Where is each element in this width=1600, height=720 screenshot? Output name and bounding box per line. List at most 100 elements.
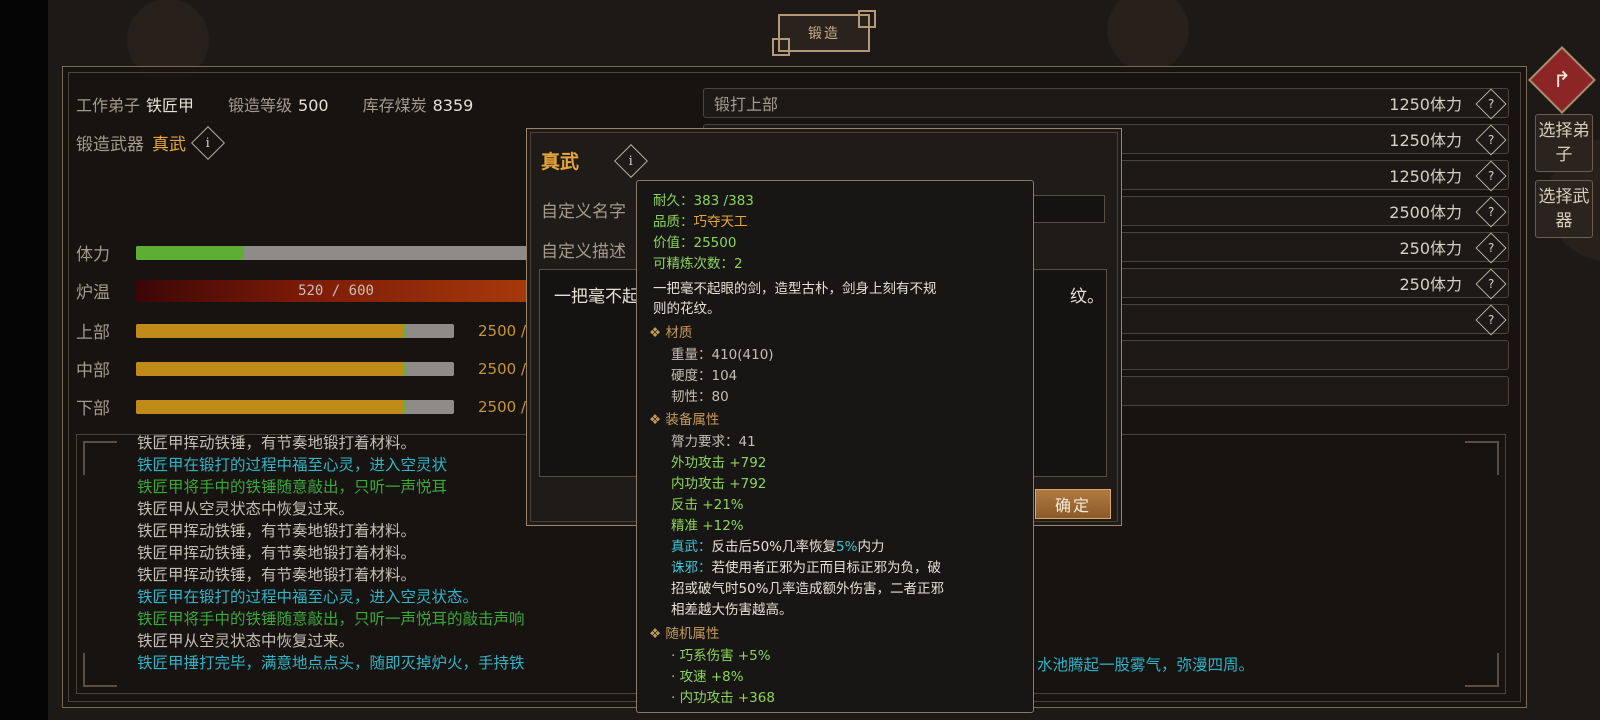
middle-bar — [136, 361, 454, 376]
tt-rand2: · 攻速 +8% — [671, 669, 744, 685]
tt-skill1-pct: 5% — [836, 539, 858, 555]
tt-skill2-line3: 相差越大伤害越高。 — [671, 602, 793, 618]
left-black-bar — [0, 0, 48, 720]
custom-desc-label: 自定义描述 — [541, 242, 626, 262]
tt-material-head: ❖ 材质 — [649, 325, 693, 341]
desc-text-end: 纹。 — [1070, 287, 1104, 307]
middle-row: 中部 2500 / — [76, 356, 526, 382]
weapon-row: 锻造武器 真武 i — [76, 125, 225, 160]
tt-equip-head: ❖ 装备属性 — [649, 412, 720, 428]
forge-action-name: 锻打上部 — [714, 95, 779, 114]
furnace-row: 炉温 520 / 600 — [76, 278, 536, 303]
stamina-bar — [136, 245, 536, 260]
forge-action-cost: 1250体力 — [1389, 167, 1462, 186]
upper-bar-fill — [136, 323, 404, 338]
furnace-bar: 520 / 600 — [136, 279, 536, 302]
forge-action-cost: 250体力 — [1399, 275, 1462, 294]
confirm-label: 确定 — [1054, 496, 1091, 515]
help-icon[interactable]: ? — [1475, 88, 1507, 120]
forge-action-cost: 1250体力 — [1389, 131, 1462, 150]
tt-precision: 精准 +12% — [671, 518, 744, 534]
upper-bar — [136, 323, 454, 338]
tt-skill-zhenwu: 真武：反击后50%几率恢复5%内力 — [671, 535, 884, 555]
info-icon[interactable]: i — [191, 125, 225, 160]
furnace-label: 炉温 — [76, 283, 110, 303]
help-icon[interactable]: ? — [1475, 196, 1507, 228]
select-disciple-label: 选择弟子 — [1538, 121, 1590, 165]
tt-skill2-line2: 招或破气时50%几率造成额外伤害，二者正邪 — [671, 581, 945, 597]
help-icon[interactable]: ? — [1475, 160, 1507, 192]
tt-ext-attack: 外功攻击 +792 — [671, 455, 767, 471]
log-line: 铁匠甲挥动铁锤，有节奏地锻打着材料。 — [137, 434, 417, 452]
help-icon[interactable]: ? — [1475, 232, 1507, 264]
furnace-text: 520 / 600 — [298, 282, 374, 299]
middle-bar-fill — [136, 361, 404, 376]
log-corner-ornament — [83, 441, 117, 475]
tt-skill2-line1: 若使用者正邪为正而目标正邪为负，破 — [711, 560, 942, 576]
disciple-value: 铁匠甲 — [146, 96, 195, 115]
log-line: 铁匠甲从空灵状态中恢复过来。 — [137, 632, 355, 650]
log-corner-ornament — [1465, 441, 1499, 475]
log-corner-ornament — [83, 653, 117, 687]
tt-refine: 可精炼次数：2 — [653, 256, 743, 272]
help-icon[interactable]: ? — [1475, 124, 1507, 156]
weapon-label: 锻造武器 — [76, 135, 144, 155]
tt-int-attack: 内功攻击 +792 — [671, 476, 767, 492]
select-disciple-button[interactable]: 选择弟子 — [1535, 114, 1593, 172]
log-line: 铁匠甲捶打完毕，满意地点点头，随即灭掉炉火，手持铁 — [137, 654, 525, 672]
tt-durability: 耐久：383 /383 — [653, 193, 754, 209]
weapon-tooltip: 耐久：383 /383 品质：巧夺天工 价值：25500 可精炼次数：2 一把毫… — [636, 180, 1034, 713]
tt-strength-req: 膂力要求：41 — [671, 434, 756, 450]
tt-skill1-name: 真武： — [671, 539, 712, 555]
middle-label: 中部 — [76, 361, 110, 381]
forge-level-info: 锻造等级 500 — [228, 92, 329, 116]
tt-hardness: 硬度：104 — [671, 368, 738, 384]
stamina-row: 体力 — [76, 240, 536, 265]
select-weapon-button[interactable]: 选择武器 — [1535, 180, 1593, 238]
tt-rand3: · 内功攻击 +368 — [671, 690, 775, 706]
screen-title: 锻造 — [808, 26, 840, 42]
help-icon[interactable]: ? — [1475, 268, 1507, 300]
lower-row: 下部 2500 / — [76, 394, 526, 420]
tt-skill-zhuxie: 诛邪：若使用者正邪为正而目标正邪为负，破 — [671, 556, 941, 576]
log-line-tail: 水池腾起一股雾气，弥漫四周。 — [1037, 656, 1255, 674]
tt-random-head: ❖ 随机属性 — [649, 626, 720, 642]
coal-label: 库存煤炭 — [362, 96, 427, 115]
lower-bar — [136, 399, 454, 414]
confirm-button[interactable]: 确定 — [1035, 489, 1111, 519]
forge-action-row[interactable]: 锻打上部 1250体力? — [703, 88, 1509, 120]
stamina-bar-fill — [136, 245, 244, 260]
custom-name-input[interactable] — [1027, 195, 1105, 223]
disciple-label: 工作弟子 — [76, 96, 141, 115]
tt-quality-label: 品质： — [653, 214, 694, 230]
forge-level-value: 500 — [298, 96, 329, 115]
tt-skill1-text-a: 反击后50%几率恢复 — [711, 539, 837, 555]
lower-bar-tick — [403, 399, 407, 414]
log-line: 铁匠甲挥动铁锤，有节奏地锻打着材料。 — [137, 566, 417, 584]
log-line: 铁匠甲挥动铁锤，有节奏地锻打着材料。 — [137, 544, 417, 562]
dialog-title: 真武 — [541, 151, 580, 173]
stamina-label: 体力 — [76, 245, 110, 265]
upper-label: 上部 — [76, 323, 110, 343]
tt-quality-value: 巧夺天工 — [693, 214, 748, 230]
lower-value: 2500 / — [478, 397, 526, 416]
tt-toughness: 韧性：80 — [671, 389, 729, 405]
disciple-info: 工作弟子 铁匠甲 — [76, 92, 194, 116]
back-arrow-icon: ↱ — [1552, 67, 1572, 93]
upper-bar-tick — [403, 323, 407, 338]
tt-rand1: · 巧系伤害 +5% — [671, 648, 771, 664]
middle-bar-tick — [403, 361, 407, 376]
tt-skill1-text-b: 内力 — [857, 539, 885, 555]
tt-quality: 品质：巧夺天工 — [653, 210, 748, 230]
help-icon[interactable]: ? — [1475, 304, 1507, 336]
top-info-row: 工作弟子 铁匠甲 锻造等级 500 库存煤炭 8359 — [76, 92, 473, 116]
custom-name-label: 自定义名字 — [541, 202, 626, 222]
forge-action-cost: 250体力 — [1399, 239, 1462, 258]
desc-text-start: 一把毫不起 — [554, 287, 639, 307]
select-weapon-label: 选择武器 — [1538, 187, 1590, 231]
tt-skill2-name: 诛邪： — [671, 560, 712, 576]
forge-level-label: 锻造等级 — [228, 96, 293, 115]
weapon-name: 真武 — [152, 135, 186, 155]
lower-bar-fill — [136, 399, 404, 414]
log-line: 铁匠甲将手中的铁锤随意敲出，只听一声悦耳的敲击声响 — [137, 610, 525, 628]
